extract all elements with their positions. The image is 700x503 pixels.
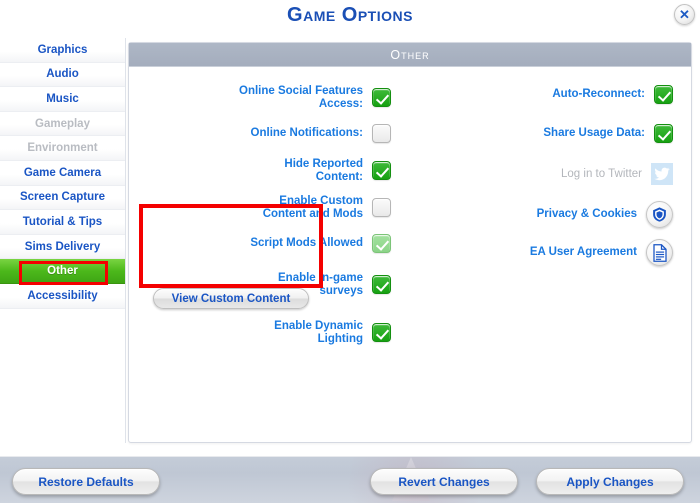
sidebar-item-other[interactable]: Other <box>0 259 125 284</box>
panel-body: Online Social Features Access: Online Not… <box>129 67 691 444</box>
checkbox[interactable] <box>372 124 391 143</box>
sidebar-item-music[interactable]: Music <box>0 87 125 112</box>
option-label: Hide Reported Content: <box>284 158 363 183</box>
option-label: EA User Agreement <box>529 246 637 259</box>
option-label: Online Notifications: <box>250 127 363 140</box>
document-icon <box>652 243 667 262</box>
privacy-cookies-button[interactable] <box>646 201 673 228</box>
option-label: Enable Custom Content and Mods <box>262 195 363 220</box>
restore-defaults-button[interactable]: Restore Defaults <box>12 468 160 495</box>
option-row: Online Social Features Access: <box>129 85 411 110</box>
sidebar: Graphics Audio Music Gameplay Environment Gam… <box>0 38 126 443</box>
twitter-login-button[interactable] <box>651 163 673 185</box>
checkbox[interactable] <box>372 234 391 253</box>
close-icon: ✕ <box>679 7 690 22</box>
sidebar-item-label: Sims Delivery <box>24 240 101 253</box>
sidebar-item-sims-delivery[interactable]: Sims Delivery <box>0 234 125 260</box>
sidebar-item-label: Accessibility <box>27 289 98 302</box>
checkbox[interactable] <box>372 161 391 180</box>
sidebar-item-tutorial-tips[interactable]: Tutorial & Tips <box>0 210 125 235</box>
checkbox[interactable] <box>654 124 673 143</box>
option-row: Privacy & Cookies <box>411 201 693 228</box>
sidebar-item-graphics[interactable]: Graphics <box>0 38 125 63</box>
option-label: Enable Dynamic Lighting <box>274 320 363 345</box>
footer-bar: Restore Defaults Revert Changes Apply Ch… <box>0 456 700 503</box>
sidebar-item-gameplay: Gameplay <box>0 111 125 137</box>
page-title: Game Options <box>287 4 413 26</box>
sidebar-item-game-camera[interactable]: Game Camera <box>0 160 125 186</box>
option-label: Auto-Reconnect: <box>552 88 645 101</box>
option-label: Log in to Twitter <box>561 167 642 180</box>
option-row: Hide Reported Content: <box>129 158 411 183</box>
option-row: EA User Agreement <box>411 239 693 266</box>
ea-user-agreement-button[interactable] <box>646 239 673 266</box>
option-label: Online Social Features Access: <box>239 85 363 110</box>
checkbox[interactable] <box>654 85 673 104</box>
sidebar-item-label: Audio <box>46 68 79 81</box>
sidebar-item-label: Tutorial & Tips <box>22 215 103 228</box>
option-row: Online Notifications: <box>129 124 411 143</box>
checkbox[interactable] <box>372 323 391 342</box>
panel-header: Other <box>129 43 691 67</box>
sidebar-item-label: Environment <box>27 142 98 155</box>
option-row: Auto-Reconnect: <box>411 85 693 104</box>
option-row: Enable Dynamic Lighting <box>129 320 411 345</box>
sidebar-item-accessibility[interactable]: Accessibility <box>0 283 125 309</box>
sidebar-item-label: Graphics <box>37 43 88 56</box>
checkbox[interactable] <box>372 88 391 107</box>
sidebar-item-label: Gameplay <box>35 117 90 130</box>
sidebar-item-label: Music <box>46 92 79 105</box>
option-label: Script Mods Allowed <box>250 237 363 250</box>
shield-icon <box>653 207 666 222</box>
revert-changes-button[interactable]: Revert Changes <box>370 468 518 495</box>
option-label: Share Usage Data: <box>543 127 645 140</box>
sidebar-item-audio[interactable]: Audio <box>0 62 125 88</box>
option-row: Log in to Twitter <box>411 163 693 185</box>
close-button[interactable]: ✕ <box>674 4 695 25</box>
checkbox[interactable] <box>372 275 391 294</box>
checkbox[interactable] <box>372 198 391 217</box>
sidebar-item-label: Other <box>47 265 78 278</box>
game-options-window: Game Options ✕ Graphics Audio Music Gamepla… <box>0 0 700 503</box>
apply-changes-button[interactable]: Apply Changes <box>536 468 684 495</box>
option-row: Share Usage Data: <box>411 124 693 143</box>
option-row: Enable Custom Content and Mods <box>129 195 411 220</box>
sidebar-item-screen-capture[interactable]: Screen Capture <box>0 185 125 211</box>
sidebar-item-environment: Environment <box>0 136 125 161</box>
options-panel: Other Online Social Features Access: Onli… <box>128 42 692 443</box>
option-label: Privacy & Cookies <box>536 208 637 221</box>
sidebar-item-label: Game Camera <box>23 166 102 179</box>
view-custom-content-button[interactable]: View Custom Content <box>153 288 309 309</box>
option-row: Script Mods Allowed <box>129 234 411 253</box>
twitter-icon <box>654 167 670 181</box>
title-bar: Game Options ✕ <box>0 0 700 36</box>
sidebar-item-label: Screen Capture <box>19 191 105 204</box>
